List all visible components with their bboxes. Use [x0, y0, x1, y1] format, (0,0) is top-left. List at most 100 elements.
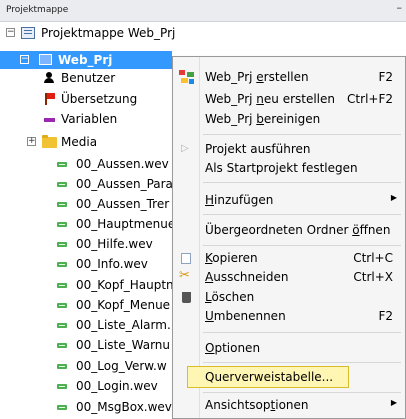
menu-separator [203, 245, 401, 246]
tree-label: Variablen [61, 112, 118, 126]
expand-toggle-icon[interactable]: + [27, 137, 36, 146]
menu-item-rename[interactable]: Umbenennen F2 [173, 306, 405, 327]
tree-node-uebersetzung[interactable]: Übersetzung [0, 90, 172, 108]
project-icon [39, 54, 52, 65]
tree-node-solution[interactable]: − Projektmappe Web_Prj [0, 24, 406, 42]
flag-icon [45, 93, 55, 105]
file-icon [57, 182, 67, 187]
menu-shortcut: Ctrl+F2 [347, 92, 393, 106]
tree-file[interactable]: 00_MsgBox.wev [0, 398, 172, 416]
menu-item-build[interactable]: Web_Prj erstellen F2 [173, 67, 405, 88]
build-icon [179, 70, 194, 84]
tree-node-project[interactable]: − Web_Prj [0, 51, 172, 69]
menu-item-clean[interactable]: Web_Prj bereinigen [173, 109, 405, 130]
menu-item-delete[interactable]: Löschen [173, 287, 405, 308]
menu-item-view-options[interactable]: Ansichtsoptionen ▶ [173, 395, 405, 416]
menu-item-cross-reference-table[interactable]: Querverweistabelle... [187, 366, 349, 388]
play-icon: ▷ [181, 143, 189, 154]
file-icon [57, 343, 67, 348]
tree-file[interactable]: 00_Login.wev [0, 377, 172, 395]
tree-label: 00_Kopf_Hauptn [76, 278, 174, 292]
menu-item-label: Ausschneiden [205, 270, 289, 284]
file-icon [57, 202, 67, 207]
tree-file[interactable]: 00_Hauptmenue [0, 215, 176, 233]
folder-icon [42, 135, 57, 148]
tree-label: 00_Hauptmenue [76, 217, 176, 231]
context-menu: Web_Prj erstellen F2 Web_Prj neu erstell… [172, 56, 406, 419]
tree-file[interactable]: 00_Hilfe.wev [0, 235, 172, 253]
tree-label: Übersetzung [61, 92, 138, 106]
menu-item-copy[interactable]: Kopieren Ctrl+C [173, 248, 405, 269]
trash-icon [182, 292, 191, 303]
file-icon [57, 323, 67, 328]
file-icon [57, 222, 67, 227]
tree-label: 00_Liste_Warnu [76, 338, 171, 352]
tree-file[interactable]: 00_Aussen_Trer [0, 195, 172, 213]
panel-header: Projektmappe – [0, 0, 406, 22]
file-icon [57, 283, 67, 288]
menu-item-label: Ansichtsoptionen [205, 398, 309, 412]
menu-item-label: Querverweistabelle... [205, 370, 334, 384]
file-icon [57, 162, 67, 167]
tree-node-benutzer[interactable]: Benutzer [0, 69, 172, 87]
panel-title: Projektmappe [6, 5, 69, 15]
tree-node-variablen[interactable]: Variablen [0, 110, 172, 128]
tree-file[interactable]: 00_Liste_Warnu [0, 336, 172, 354]
tree-label: 00_MsgBox.wev [76, 400, 172, 414]
scissors-icon: ✂ [179, 268, 190, 283]
menu-item-label: Web_Prj neu erstellen [205, 92, 336, 106]
tree-label: 00_Log_Verw.w [76, 359, 167, 373]
menu-shortcut: F2 [378, 70, 393, 84]
tree-file[interactable]: 00_Kopf_Menue [0, 296, 172, 314]
menu-item-cut[interactable]: ✂ Ausschneiden Ctrl+X [173, 267, 405, 288]
menu-item-run-project[interactable]: ▷ Projekt ausführen [173, 139, 405, 160]
tree-label: 00_Hilfe.wev [76, 237, 153, 251]
menu-shortcut: Ctrl+C [353, 251, 393, 265]
menu-item-open-parent-folder[interactable]: Übergeordneten Ordner öffnen [173, 220, 405, 241]
tree-file[interactable]: 00_Log_Verw.w [0, 357, 172, 375]
tree-label: Media [61, 135, 98, 149]
menu-item-label: Umbenennen [205, 309, 286, 323]
menu-item-add[interactable]: Hinzufügen ▶ [173, 190, 405, 211]
tree-label: 00_Aussen.wev [76, 157, 169, 171]
file-icon [57, 242, 67, 247]
tree-file[interactable]: 00_Aussen.wev [0, 155, 172, 173]
collapse-toggle-icon[interactable]: − [20, 55, 29, 64]
menu-item-label: Als Startprojekt festlegen [205, 161, 358, 175]
tree-label: 00_Aussen_Para [76, 177, 173, 191]
submenu-arrow-icon: ▶ [390, 193, 397, 202]
tree-file[interactable]: 00_Aussen_Para [0, 175, 173, 193]
tree-file[interactable]: 00_Kopf_Hauptn [0, 276, 174, 294]
menu-item-options[interactable]: Optionen [173, 338, 405, 359]
panel-pin-button[interactable]: – [397, 1, 403, 14]
collapse-toggle-icon[interactable]: − [6, 28, 15, 37]
tree-label: Projektmappe Web_Prj [41, 26, 176, 40]
file-icon [57, 262, 67, 267]
menu-shortcut: Ctrl+X [353, 270, 393, 284]
file-icon [57, 364, 67, 369]
variable-icon [44, 118, 55, 122]
tree-file[interactable]: 00_Info.wev [0, 255, 172, 273]
menu-item-rebuild[interactable]: Web_Prj neu erstellen Ctrl+F2 [173, 89, 405, 110]
menu-item-label: Web_Prj bereinigen [205, 112, 321, 126]
menu-separator [203, 392, 401, 393]
menu-separator [203, 214, 401, 215]
menu-item-label: Übergeordneten Ordner öffnen [205, 223, 391, 237]
menu-separator [203, 362, 401, 363]
tree-label: Web_Prj [58, 53, 113, 67]
menu-item-label: Projekt ausführen [205, 142, 311, 156]
submenu-arrow-icon: ▶ [390, 398, 397, 407]
tree-label: 00_Info.wev [76, 257, 148, 271]
menu-item-set-startup[interactable]: Als Startprojekt festlegen [173, 158, 405, 179]
tree-node-media[interactable]: + Media [0, 133, 172, 151]
menu-item-label: Löschen [205, 290, 255, 304]
menu-separator [203, 182, 401, 183]
file-icon [57, 303, 67, 308]
tree-file[interactable]: 00_Liste_Alarm. [0, 316, 172, 334]
menu-item-label: Optionen [205, 341, 261, 355]
tree-label: 00_Liste_Alarm. [76, 318, 171, 332]
menu-item-label: Hinzufügen [205, 193, 274, 207]
tree-label: 00_Kopf_Menue [76, 298, 171, 312]
user-icon [44, 72, 54, 84]
menu-shortcut: F2 [378, 309, 393, 323]
